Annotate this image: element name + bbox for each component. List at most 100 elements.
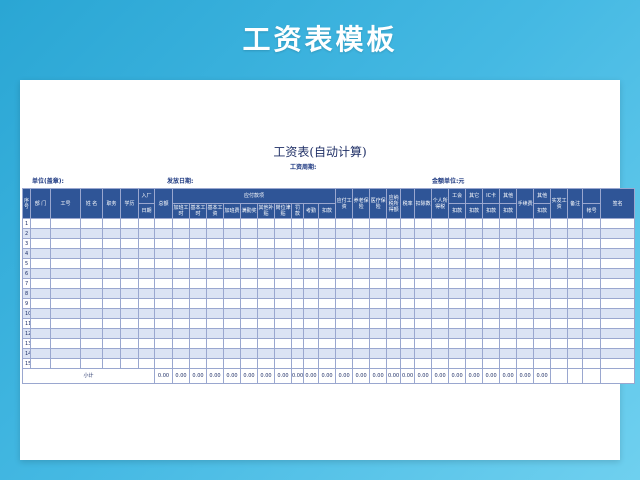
table-cell[interactable] [335, 338, 354, 349]
table-cell[interactable] [257, 328, 275, 339]
table-cell[interactable] [499, 288, 518, 299]
table-cell[interactable] [172, 308, 190, 319]
table-cell[interactable] [448, 348, 467, 359]
table-cell[interactable] [30, 258, 51, 269]
table-cell[interactable] [189, 248, 207, 259]
table-cell[interactable] [431, 288, 450, 299]
table-cell[interactable] [482, 258, 501, 269]
table-cell[interactable] [499, 298, 518, 309]
table-cell[interactable] [172, 268, 190, 279]
table-cell[interactable] [102, 258, 121, 269]
table-cell[interactable] [499, 338, 518, 349]
table-cell[interactable] [291, 318, 304, 329]
table-cell[interactable] [274, 238, 292, 249]
table-cell[interactable] [30, 328, 51, 339]
table-cell[interactable] [550, 318, 569, 329]
table-cell[interactable] [482, 348, 501, 359]
table-cell[interactable] [400, 218, 416, 229]
table-cell[interactable] [369, 318, 388, 329]
table-cell[interactable] [240, 308, 258, 319]
table-cell[interactable] [386, 258, 402, 269]
table-cell[interactable] [482, 318, 501, 329]
table-cell[interactable] [303, 358, 319, 369]
table-cell[interactable] [206, 268, 224, 279]
table-cell[interactable] [240, 318, 258, 329]
table-cell[interactable] [80, 308, 103, 319]
table-cell[interactable] [465, 278, 484, 289]
table-cell[interactable] [369, 308, 388, 319]
table-cell[interactable] [102, 348, 121, 359]
table-cell[interactable] [550, 218, 569, 229]
table-cell[interactable] [567, 358, 584, 369]
table-cell[interactable] [303, 308, 319, 319]
table-cell[interactable] [482, 358, 501, 369]
table-cell[interactable] [257, 338, 275, 349]
table-cell[interactable] [499, 228, 518, 239]
table-cell[interactable] [369, 248, 388, 259]
table-cell[interactable] [465, 258, 484, 269]
table-cell[interactable] [206, 288, 224, 299]
table-cell[interactable] [414, 358, 433, 369]
table-cell[interactable] [499, 268, 518, 279]
table-cell[interactable] [317, 348, 337, 359]
table-cell[interactable] [30, 358, 51, 369]
table-cell[interactable] [533, 288, 552, 299]
table-cell[interactable] [257, 268, 275, 279]
table-cell[interactable] [352, 258, 371, 269]
table-cell[interactable] [431, 218, 450, 229]
table-cell[interactable] [386, 268, 402, 279]
table-cell[interactable] [120, 308, 139, 319]
table-cell[interactable] [465, 288, 484, 299]
table-cell[interactable] [30, 308, 51, 319]
table-cell[interactable] [431, 358, 450, 369]
table-cell[interactable] [600, 258, 636, 269]
table-cell[interactable] [499, 308, 518, 319]
table-cell[interactable] [80, 278, 103, 289]
table-cell[interactable] [291, 228, 304, 239]
table-cell[interactable] [369, 298, 388, 309]
table-cell[interactable] [516, 328, 535, 339]
table-cell[interactable] [120, 268, 139, 279]
table-cell[interactable] [303, 238, 319, 249]
table-cell[interactable] [303, 348, 319, 359]
table-cell[interactable] [120, 218, 139, 229]
table-cell[interactable] [482, 218, 501, 229]
table-cell[interactable] [369, 328, 388, 339]
table-cell[interactable] [189, 358, 207, 369]
table-cell[interactable] [386, 338, 402, 349]
table-cell[interactable] [516, 238, 535, 249]
table-cell[interactable] [335, 268, 354, 279]
table-cell[interactable] [482, 328, 501, 339]
table-cell[interactable] [582, 268, 602, 279]
table-cell[interactable] [50, 248, 81, 259]
table-cell[interactable] [431, 338, 450, 349]
table-cell[interactable] [102, 228, 121, 239]
table-cell[interactable] [30, 338, 51, 349]
table-cell[interactable] [465, 308, 484, 319]
table-cell[interactable] [172, 288, 190, 299]
table-cell[interactable] [223, 288, 241, 299]
table-cell[interactable] [600, 328, 636, 339]
table-cell[interactable] [567, 258, 584, 269]
table-cell[interactable] [189, 228, 207, 239]
table-cell[interactable] [499, 318, 518, 329]
table-cell[interactable] [291, 278, 304, 289]
table-cell[interactable] [223, 348, 241, 359]
table-cell[interactable] [369, 348, 388, 359]
table-cell[interactable] [223, 298, 241, 309]
table-cell[interactable] [50, 358, 81, 369]
table-cell[interactable] [154, 248, 173, 259]
table-cell[interactable] [206, 258, 224, 269]
table-cell[interactable] [240, 358, 258, 369]
table-cell[interactable] [600, 308, 636, 319]
table-cell[interactable] [30, 288, 51, 299]
table-cell[interactable] [102, 288, 121, 299]
table-cell[interactable] [499, 248, 518, 259]
table-cell[interactable] [50, 328, 81, 339]
table-cell[interactable] [274, 218, 292, 229]
table-cell[interactable] [189, 308, 207, 319]
table-cell[interactable] [317, 318, 337, 329]
table-cell[interactable] [317, 258, 337, 269]
table-cell[interactable] [431, 318, 450, 329]
table-cell[interactable] [189, 338, 207, 349]
